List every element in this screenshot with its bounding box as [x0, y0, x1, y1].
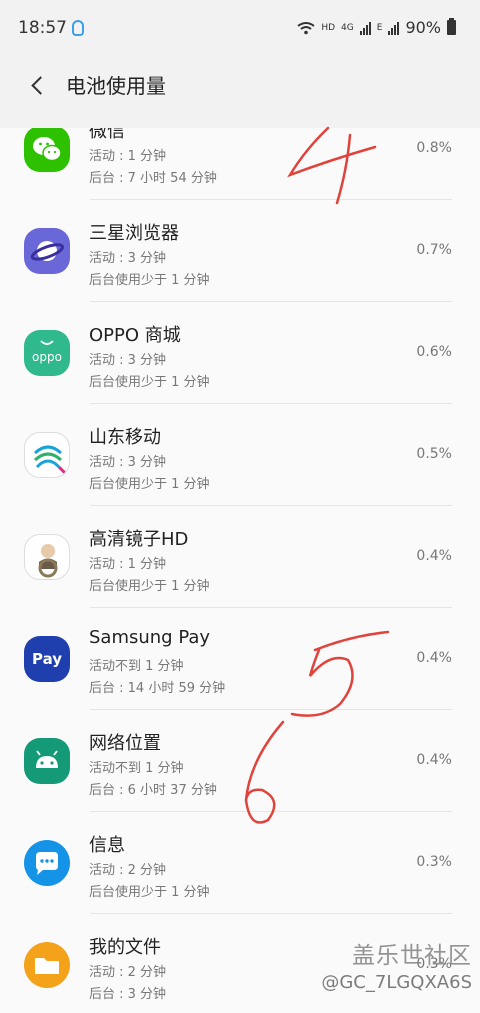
foreground-usage: 活动 : 3 分钟	[89, 251, 167, 266]
foreground-usage: 活动不到 1 分钟	[89, 659, 184, 674]
battery-percent: 90%	[405, 18, 441, 37]
usage-percent: 0.7%	[416, 242, 452, 258]
wechat-icon	[24, 128, 70, 172]
app-row-samsung-browser[interactable]: 三星浏览器 活动 : 3 分钟 后台使用少于 1 分钟 0.7%	[0, 200, 480, 302]
app-row-messages[interactable]: 信息 活动 : 2 分钟 后台使用少于 1 分钟 0.3%	[0, 812, 480, 914]
background-usage: 后台 : 6 小时 37 分钟	[89, 783, 217, 798]
app-name: 山东移动	[89, 427, 161, 448]
foreground-usage: 活动不到 1 分钟	[89, 761, 184, 776]
app-name: 网络位置	[89, 733, 161, 754]
mirror-app-icon	[24, 534, 70, 580]
battery-icon	[447, 18, 456, 35]
background-usage: 后台使用少于 1 分钟	[89, 579, 210, 594]
china-mobile-icon	[24, 432, 70, 478]
app-row-samsung-pay[interactable]: Pay Samsung Pay 活动不到 1 分钟 后台 : 14 小时 59 …	[0, 608, 480, 710]
app-row-mirror[interactable]: 高清镜子HD 活动 : 1 分钟 后台使用少于 1 分钟 0.4%	[0, 506, 480, 608]
usage-percent: 0.8%	[416, 140, 452, 156]
status-time: 18:57	[18, 18, 67, 38]
app-row-network-location[interactable]: 网络位置 活动不到 1 分钟 后台 : 6 小时 37 分钟 0.4%	[0, 710, 480, 812]
usage-percent: 0.4%	[416, 650, 452, 666]
foreground-usage: 活动 : 3 分钟	[89, 353, 167, 368]
4g-label: 4G	[341, 22, 354, 33]
app-row-china-mobile[interactable]: 山东移动 活动 : 3 分钟 后台使用少于 1 分钟 0.5%	[0, 404, 480, 506]
background-usage: 后台使用少于 1 分钟	[89, 477, 210, 492]
app-name: 微信	[89, 128, 125, 142]
foreground-usage: 活动 : 2 分钟	[89, 965, 167, 980]
background-usage: 后台 : 14 小时 59 分钟	[89, 681, 226, 696]
app-name: 高清镜子HD	[89, 529, 189, 550]
foreground-usage: 活动 : 1 分钟	[89, 149, 167, 164]
background-usage: 后台使用少于 1 分钟	[89, 375, 210, 390]
background-usage: 后台 : 7 小时 54 分钟	[89, 171, 217, 186]
signal-icon	[359, 21, 371, 35]
foreground-usage: 活动 : 1 分钟	[89, 557, 167, 572]
samsung-pay-icon: Pay	[24, 636, 70, 682]
back-button[interactable]	[22, 70, 54, 102]
watermark-brand: 盖乐世社区	[352, 943, 472, 969]
watermark-user: @GC_7LGQXA6S	[321, 972, 472, 993]
samsung-browser-icon	[24, 228, 70, 274]
usage-percent: 0.4%	[416, 548, 452, 564]
wifi-icon	[297, 21, 315, 34]
background-usage: 后台 : 3 分钟	[89, 987, 167, 1002]
qq-notification-icon	[72, 20, 84, 36]
android-icon	[24, 738, 70, 784]
page-title: 电池使用量	[66, 74, 166, 98]
app-bar: 电池使用量	[0, 58, 480, 128]
watermark: 盖乐世社区 @GC_7LGQXA6S	[321, 936, 472, 993]
oppo-store-icon: oppo	[24, 330, 70, 376]
usage-percent: 0.3%	[416, 854, 452, 870]
app-name: 我的文件	[89, 937, 161, 958]
app-name: 信息	[89, 835, 125, 856]
status-icons: HD 4G E 90%	[297, 18, 456, 37]
status-bar: 18:57 HD 4G E 90%	[0, 0, 480, 58]
e-label: E	[376, 22, 383, 33]
app-name: 三星浏览器	[89, 223, 179, 244]
oppo-icon-label: oppo	[32, 350, 62, 364]
background-usage: 后台使用少于 1 分钟	[89, 885, 210, 900]
battery-usage-list[interactable]: 微信 活动 : 1 分钟 后台 : 7 小时 54 分钟 0.8% 三星浏览器 …	[0, 128, 480, 1013]
app-row-wechat[interactable]: 微信 活动 : 1 分钟 后台 : 7 小时 54 分钟 0.8%	[0, 128, 480, 200]
messages-icon	[24, 840, 70, 886]
background-usage: 后台使用少于 1 分钟	[89, 273, 210, 288]
pay-icon-label: Pay	[31, 650, 63, 668]
usage-percent: 0.4%	[416, 752, 452, 768]
foreground-usage: 活动 : 3 分钟	[89, 455, 167, 470]
hd-label: HD	[321, 22, 336, 33]
my-files-icon	[24, 942, 70, 988]
usage-percent: 0.5%	[416, 446, 452, 462]
app-name: OPPO 商城	[89, 325, 181, 346]
usage-percent: 0.6%	[416, 344, 452, 360]
app-name: Samsung Pay	[89, 627, 211, 648]
foreground-usage: 活动 : 2 分钟	[89, 863, 167, 878]
signal-icon-2	[388, 21, 400, 35]
app-row-oppo-store[interactable]: oppo OPPO 商城 活动 : 3 分钟 后台使用少于 1 分钟 0.6%	[0, 302, 480, 404]
